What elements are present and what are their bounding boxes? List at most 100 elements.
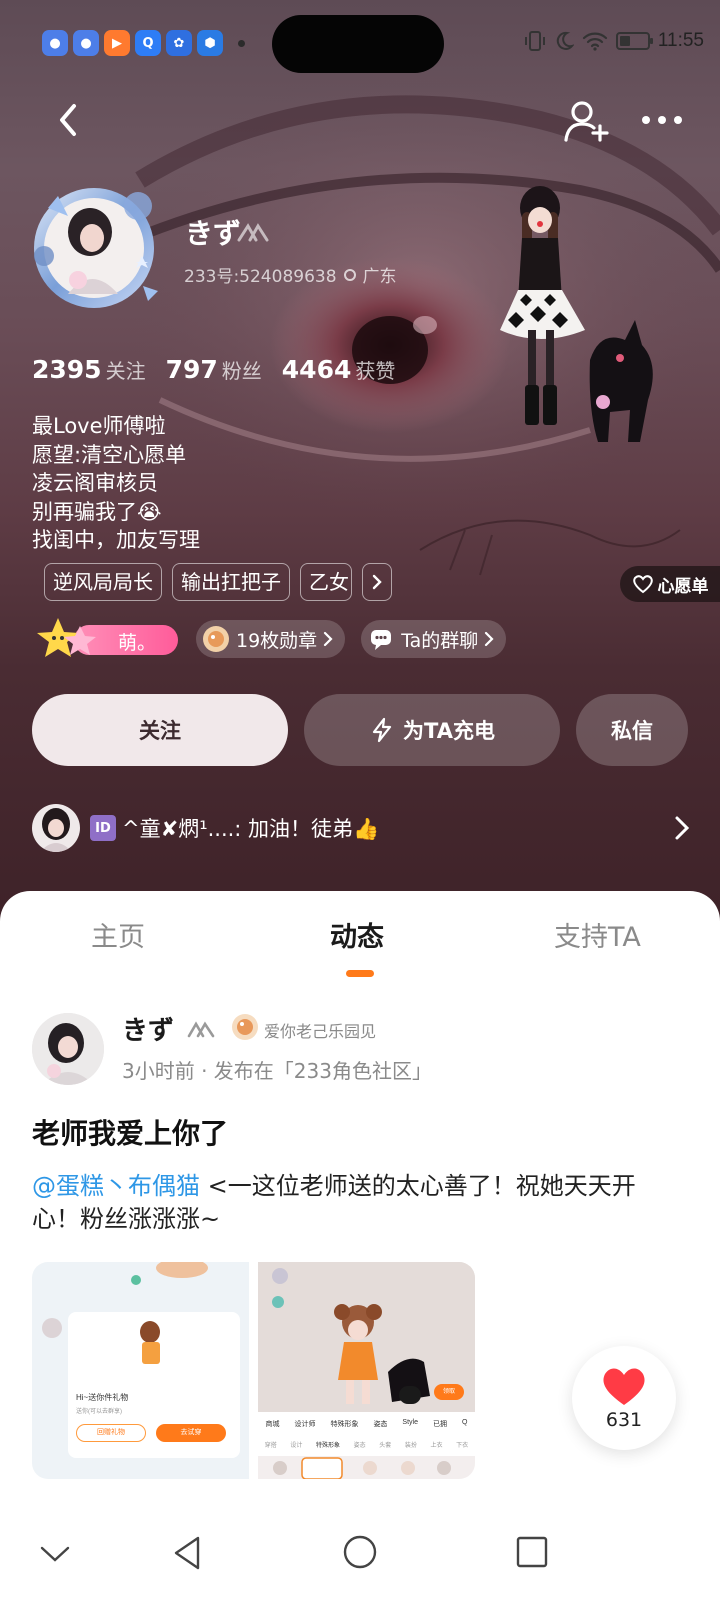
mood-badge[interactable]: 萌。 [36, 618, 180, 658]
tab-feed[interactable]: 动态 [330, 915, 384, 954]
post-meta: 3小时前 · 发布在「233角色社区」 [122, 1059, 432, 1083]
post-mention[interactable]: @蛋糕丶布偶猫 [32, 1172, 200, 1200]
message-preview[interactable]: ID ^童✘熌¹....: 加油！徒弟👍 [32, 800, 692, 856]
charge-label: 为TA充电 [403, 719, 495, 743]
medal-icon [203, 626, 229, 652]
dressup-submenu-item: 上衣 [430, 1443, 443, 1449]
user-id: 233号:524089638 [184, 267, 337, 287]
recents-square-icon[interactable] [514, 1534, 550, 1570]
chevron-right-icon [675, 816, 690, 840]
tag-chip[interactable]: 输出扛把子 [172, 563, 290, 601]
chevron-right-icon [372, 574, 382, 590]
post-author-name[interactable]: きず [122, 1010, 174, 1047]
bio-line: 找闺中，加友写理 [32, 528, 200, 552]
dressup-menu-item: 设计师 [294, 1421, 316, 1428]
like-count: 631 [605, 1409, 643, 1431]
avatar[interactable] [18, 176, 164, 316]
more-options-icon[interactable] [640, 108, 684, 132]
creator-badge-icon [187, 1021, 215, 1038]
dressup-menu-item: 姿态 [373, 1421, 388, 1428]
stat-value: 4464 [281, 355, 352, 384]
active-tab-indicator [346, 970, 374, 977]
post-image-1[interactable]: Hi~送你件礼物 送你(可以去群享) 回赠礼物 去试穿 [32, 1262, 249, 1479]
wishlist-label: 心愿单 [657, 576, 709, 597]
dressup-menu-item: 商城 [265, 1421, 280, 1428]
add-friend-icon[interactable] [562, 98, 610, 144]
dressup-submenu-item: 设计 [290, 1443, 303, 1449]
post-image-2[interactable]: 商城 设计师 特殊形象 姿态 Style 已拥 Q 穿搭 设计 特殊形象 姿态 … [258, 1262, 475, 1479]
follow-button[interactable]: 关注 [32, 694, 288, 766]
nickname: きず [185, 217, 242, 250]
chevron-right-icon [485, 631, 494, 647]
stat-label: 关注 [105, 359, 146, 383]
message-button[interactable]: 私信 [576, 694, 688, 766]
stat-label: 获赞 [355, 359, 396, 383]
lightning-icon [372, 717, 392, 743]
status-bar: ● ● ▶ Q ✿ ⬢ 11:55 [0, 0, 720, 86]
wishlist-button[interactable]: 心愿单 [620, 566, 720, 602]
dressup-claim-tag: 领取 [442, 1389, 455, 1395]
badges-row: 萌。 19枚勋章 Ta的群聊 [36, 618, 507, 658]
heart-icon [603, 1368, 645, 1405]
notification-icons: ● ● ▶ Q ✿ ⬢ [42, 30, 245, 56]
dressup-menu-item: 特殊形象 [330, 1421, 359, 1428]
system-navigation-bar [0, 1500, 720, 1600]
stat-likes[interactable]: 4464 获赞 [282, 355, 396, 384]
dressup-menu-item: Style [402, 1419, 418, 1426]
location-icon [343, 268, 356, 281]
battery-icon [615, 32, 653, 50]
tag-chip[interactable]: 乙女 [300, 563, 352, 601]
stat-value: 2395 [32, 355, 102, 384]
post-author-avatar[interactable] [32, 1013, 104, 1085]
gift-screenshot-art [42, 1262, 240, 1458]
like-button[interactable]: 631 [572, 1346, 676, 1450]
back-arrow-icon[interactable] [48, 96, 88, 144]
dressup-submenu-item: 下衣 [456, 1443, 469, 1449]
post-body: @蛋糕丶布偶猫 <一这位老师送的太心善了！祝她天天开心！粉丝涨涨涨~ [32, 1170, 682, 1236]
chevron-down-icon[interactable] [38, 1544, 72, 1564]
tab-home[interactable]: 主页 [91, 915, 145, 954]
mood-text: 萌。 [118, 632, 157, 654]
do-not-disturb-moon-icon [556, 31, 574, 50]
wifi-icon [582, 32, 607, 51]
heart-outline-icon [632, 575, 653, 594]
post-group-name[interactable]: 爱你老己乐园见 [264, 1018, 376, 1042]
dressup-submenu-item: 穿搭 [264, 1443, 277, 1449]
dressup-menu: 商城 设计师 特殊形象 姿态 Style 已拥 Q [258, 1419, 475, 1429]
bio-line: 愿望:清空心愿单 [32, 442, 187, 467]
dressup-submenu-item: 姿态 [353, 1443, 366, 1449]
bio-line: 别再骗我了😭 [32, 499, 162, 524]
more-notifications-dot [238, 39, 245, 47]
creator-badge-icon [237, 223, 269, 242]
home-circle-icon[interactable] [342, 1534, 378, 1570]
chat-app-icon: ● [42, 30, 68, 56]
charge-button[interactable]: 为TA充电 [304, 694, 560, 766]
medals-chip[interactable]: 19枚勋章 [196, 620, 346, 658]
vibrate-icon [524, 31, 545, 51]
avatar [32, 804, 80, 852]
browser-app-icon: Q [135, 30, 161, 56]
back-triangle-icon[interactable] [170, 1534, 204, 1572]
stat-followers[interactable]: 797 粉丝 [166, 355, 262, 384]
more-tags-button[interactable] [362, 563, 392, 601]
bio: 最Love师傅啦 愿望:清空心愿单 凌云阁审核员 别再骗我了😭 找闺中，加友写理 [32, 412, 200, 555]
bio-line: 凌云阁审核员 [32, 471, 158, 495]
dressup-menu-item: 已拥 [432, 1421, 447, 1428]
message-preview-text: ^童✘熌¹....: 加油！徒弟👍 [122, 817, 380, 841]
dressup-submenu-item: 头套 [379, 1443, 392, 1449]
gift-try-button: 去试穿 [156, 1424, 226, 1442]
medals-label: 19枚勋章 [236, 629, 318, 652]
tab-support[interactable]: 支持TA [554, 915, 641, 954]
follow-label: 关注 [139, 719, 181, 743]
dressup-submenu: 穿搭 设计 特殊形象 姿态 头套 装扮 上衣 下衣 [258, 1440, 475, 1449]
stat-following[interactable]: 2395 关注 [32, 355, 146, 384]
post-title: 老师我爱上你了 [32, 1117, 229, 1150]
gift-subtext: 送你(可以去群享) [76, 1409, 122, 1415]
chat-bubble-icon [371, 630, 392, 650]
dressup-menu-item: Q [461, 1419, 468, 1426]
gift-return-button: 回赠礼物 [76, 1424, 146, 1442]
tag-chip[interactable]: 逆风局局长 [44, 563, 162, 601]
bio-line: 最Love师傅啦 [32, 414, 166, 438]
group-chat-chip[interactable]: Ta的群聊 [361, 620, 507, 658]
stat-label: 粉丝 [221, 359, 262, 383]
